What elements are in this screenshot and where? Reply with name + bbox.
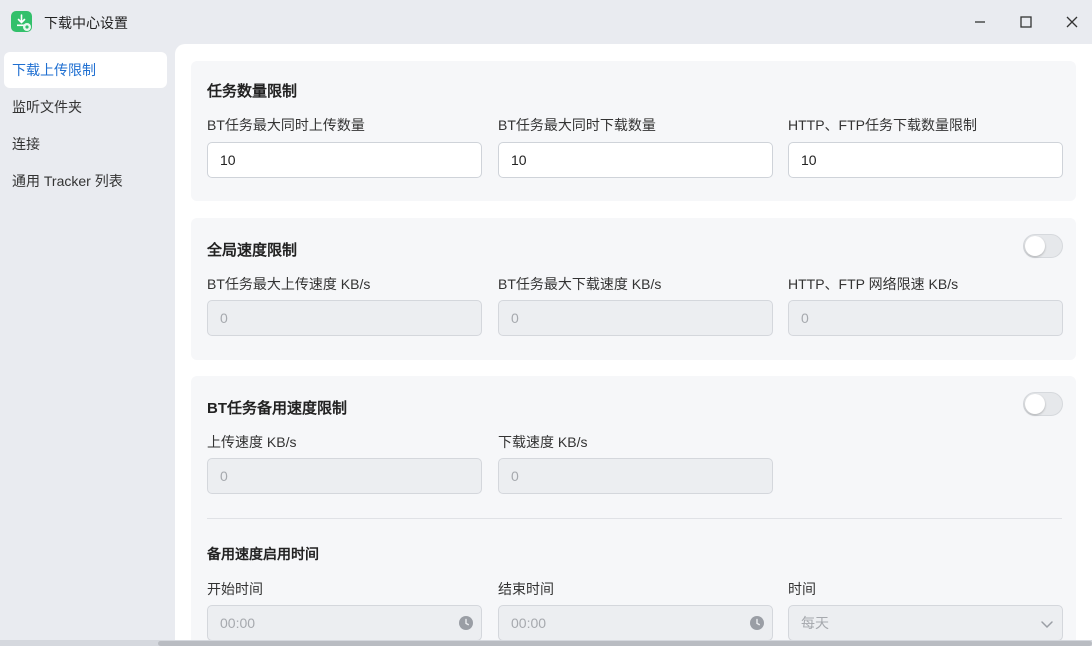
- sidebar-item-watch-folder[interactable]: 监听文件夹: [4, 89, 167, 125]
- bt-max-upload-count-label: BT任务最大同时上传数量: [207, 117, 365, 133]
- bt-backup-speed-title: BT任务备用速度限制: [207, 400, 347, 417]
- title-bar: 下载中心设置: [0, 0, 1092, 44]
- start-time-value: 00:00: [220, 615, 256, 631]
- bt-backup-speed-toggle[interactable]: [1023, 392, 1063, 416]
- sidebar-item-connection[interactable]: 连接: [4, 126, 167, 162]
- backup-download-speed-label: 下载速度 KB/s: [498, 434, 588, 450]
- minimize-icon[interactable]: [968, 10, 992, 34]
- chevron-down-icon: [1041, 621, 1053, 629]
- global-speed-title: 全局速度限制: [207, 242, 298, 259]
- global-speed-toggle[interactable]: [1023, 234, 1063, 258]
- end-time-value: 00:00: [511, 615, 547, 631]
- horizontal-scrollbar-thumb[interactable]: [158, 641, 1092, 646]
- backup-upload-speed-input[interactable]: 0: [207, 458, 482, 494]
- bt-max-download-count-label: BT任务最大同时下载数量: [498, 117, 656, 133]
- time-repeat-label: 时间: [788, 581, 816, 597]
- app-download-icon: [11, 11, 32, 32]
- section-divider: [207, 518, 1062, 519]
- window-title: 下载中心设置: [44, 15, 128, 31]
- end-time-label: 结束时间: [498, 581, 554, 597]
- start-time-input[interactable]: 00:00: [207, 605, 482, 640]
- http-ftp-speed-input[interactable]: 0: [788, 300, 1063, 336]
- schedule-title: 备用速度启用时间: [207, 546, 319, 562]
- bt-backup-speed-card: BT任务备用速度限制 上传速度 KB/s 下载速度 KB/s 0 0 备用速度启…: [191, 376, 1076, 640]
- bt-max-upload-speed-input[interactable]: 0: [207, 300, 482, 336]
- sidebar-item-transfer-limits[interactable]: 下载上传限制: [4, 52, 167, 88]
- sidebar: 下载上传限制 监听文件夹 连接 通用 Tracker 列表: [0, 44, 174, 640]
- bt-max-upload-count-input[interactable]: 10: [207, 142, 482, 178]
- global-speed-card: 全局速度限制 BT任务最大上传速度 KB/s BT任务最大下载速度 KB/s H…: [191, 218, 1076, 360]
- http-ftp-count-label: HTTP、FTP任务下载数量限制: [788, 117, 977, 133]
- task-limit-card: 任务数量限制 BT任务最大同时上传数量 BT任务最大同时下载数量 HTTP、FT…: [191, 61, 1076, 201]
- time-repeat-value: 每天: [801, 615, 829, 631]
- bt-max-download-count-input[interactable]: 10: [498, 142, 773, 178]
- end-time-input[interactable]: 00:00: [498, 605, 773, 640]
- toggle-knob: [1025, 394, 1045, 414]
- clock-icon: [459, 616, 473, 630]
- bt-max-download-speed-label: BT任务最大下载速度 KB/s: [498, 276, 662, 292]
- backup-download-speed-input[interactable]: 0: [498, 458, 773, 494]
- time-repeat-select[interactable]: 每天: [788, 605, 1063, 640]
- toggle-knob: [1025, 236, 1045, 256]
- clock-icon: [750, 616, 764, 630]
- sidebar-item-tracker-list[interactable]: 通用 Tracker 列表: [4, 163, 167, 199]
- settings-panel: 任务数量限制 BT任务最大同时上传数量 BT任务最大同时下载数量 HTTP、FT…: [175, 44, 1092, 640]
- bt-max-download-speed-input[interactable]: 0: [498, 300, 773, 336]
- bt-max-upload-speed-label: BT任务最大上传速度 KB/s: [207, 276, 371, 292]
- close-icon[interactable]: [1060, 10, 1084, 34]
- start-time-label: 开始时间: [207, 581, 263, 597]
- task-limit-title: 任务数量限制: [207, 83, 298, 100]
- maximize-icon[interactable]: [1014, 10, 1038, 34]
- backup-upload-speed-label: 上传速度 KB/s: [207, 434, 297, 450]
- http-ftp-count-input[interactable]: 10: [788, 142, 1063, 178]
- http-ftp-speed-label: HTTP、FTP 网络限速 KB/s: [788, 276, 959, 292]
